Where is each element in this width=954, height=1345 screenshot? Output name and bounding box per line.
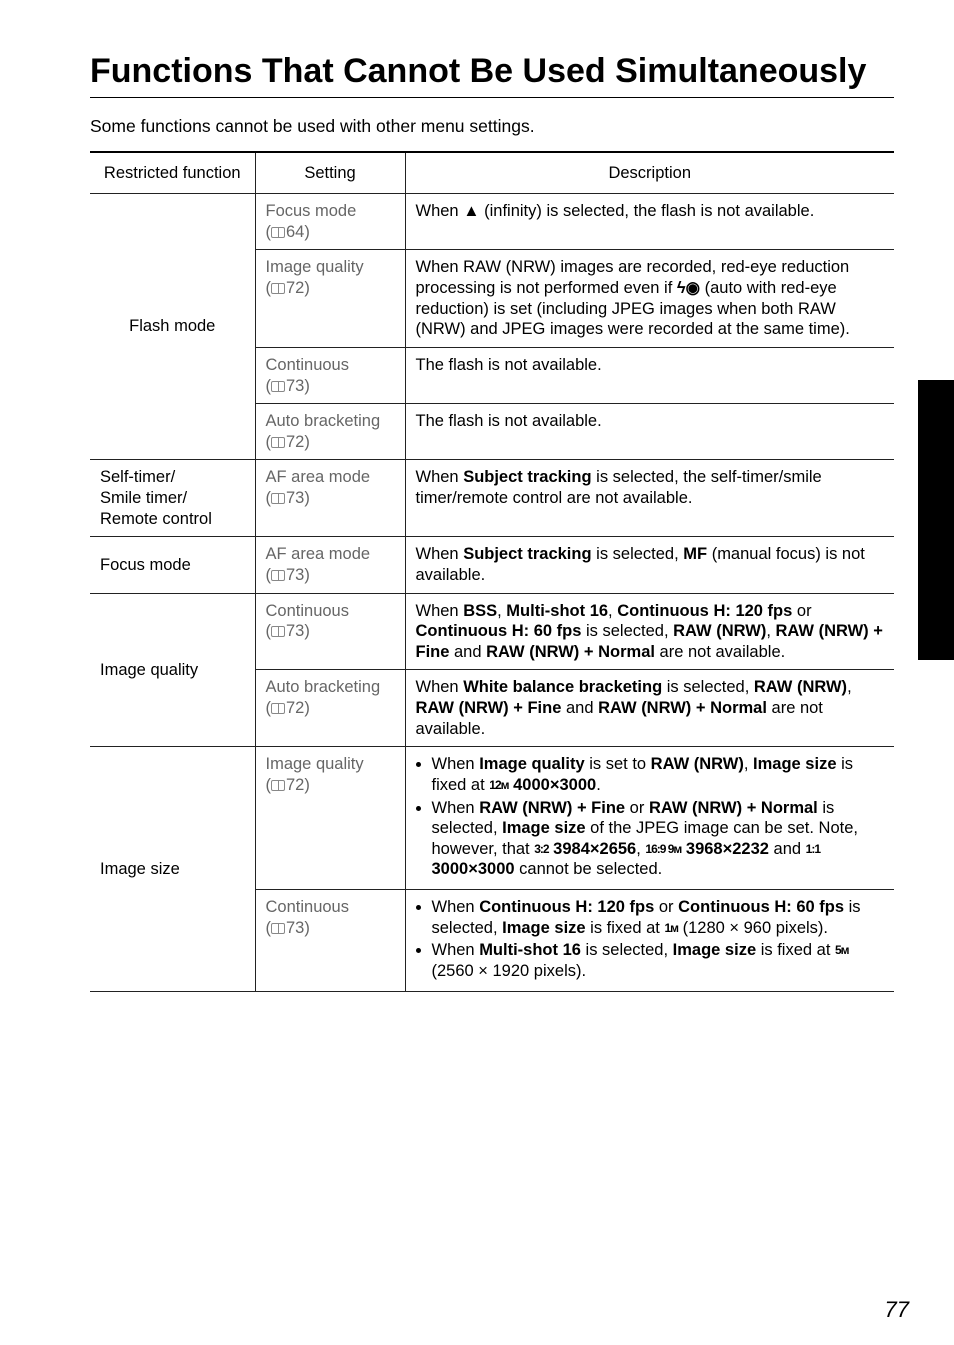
- book-icon: [271, 381, 285, 392]
- book-icon: [271, 703, 285, 714]
- description-cell: When Image quality is set to RAW (NRW), …: [405, 747, 894, 890]
- restricted-self-timer: Self-timer/Smile timer/Remote control: [90, 460, 255, 537]
- setting-cell: Continuous (73): [255, 347, 405, 403]
- setting-cell: Image quality (72): [255, 747, 405, 890]
- flash-redeye-icon: ϟ◉: [677, 279, 700, 297]
- table-row: Self-timer/Smile timer/Remote control AF…: [90, 460, 894, 537]
- description-cell: When ▲ (infinity) is selected, the flash…: [405, 194, 894, 250]
- description-cell: When White balance bracketing is selecte…: [405, 670, 894, 747]
- setting-cell: Auto bracketing (72): [255, 670, 405, 747]
- size-5m-icon: 5ᴍ: [835, 943, 849, 957]
- table-row: Flash mode Focus mode (64) When ▲ (infin…: [90, 194, 894, 250]
- table-row: Image size Image quality (72) When Image…: [90, 747, 894, 890]
- book-icon: [271, 780, 285, 791]
- setting-cell: Image quality (72): [255, 250, 405, 348]
- restricted-image-quality: Image quality: [90, 593, 255, 747]
- ratio-32-icon: 3:2: [534, 842, 548, 856]
- setting-cell: Auto bracketing (72): [255, 404, 405, 460]
- page-number: 77: [885, 1297, 909, 1323]
- book-icon: [271, 570, 285, 581]
- restrictions-table: Restricted function Setting Description …: [90, 151, 894, 992]
- intro-text: Some functions cannot be used with other…: [90, 116, 894, 137]
- section-label: Shooting Features: [928, 480, 946, 611]
- restricted-flash-mode: Flash mode: [90, 194, 255, 460]
- description-cell: The flash is not available.: [405, 347, 894, 403]
- size-1m-icon: 1ᴍ: [664, 921, 678, 935]
- size-12m-icon: 12ᴍ: [489, 778, 508, 792]
- ratio-11-icon: 1:1: [806, 842, 820, 856]
- col-restricted: Restricted function: [90, 152, 255, 194]
- col-setting: Setting: [255, 152, 405, 194]
- list-item: When Continuous H: 120 fps or Continuous…: [432, 897, 885, 938]
- setting-cell: Continuous (73): [255, 890, 405, 992]
- list-item: When Image quality is set to RAW (NRW), …: [432, 754, 885, 795]
- description-cell: When BSS, Multi-shot 16, Continuous H: 1…: [405, 593, 894, 670]
- book-icon: [271, 923, 285, 934]
- setting-cell: Focus mode (64): [255, 194, 405, 250]
- list-item: When RAW (NRW) + Fine or RAW (NRW) + Nor…: [432, 798, 885, 881]
- setting-cell: AF area mode (73): [255, 460, 405, 537]
- list-item: When Multi-shot 16 is selected, Image si…: [432, 940, 885, 981]
- mountain-icon: ▲: [463, 202, 479, 220]
- description-cell: When Subject tracking is selected, the s…: [405, 460, 894, 537]
- ratio-169-icon: 16:9 9ᴍ: [645, 842, 681, 856]
- mf-icon: MF: [683, 545, 707, 563]
- col-description: Description: [405, 152, 894, 194]
- table-row: Focus mode AF area mode (73) When Subjec…: [90, 537, 894, 593]
- book-icon: [271, 227, 285, 238]
- description-cell: When RAW (NRW) images are recorded, red-…: [405, 250, 894, 348]
- restricted-focus-mode: Focus mode: [90, 537, 255, 593]
- book-icon: [271, 493, 285, 504]
- setting-cell: AF area mode (73): [255, 537, 405, 593]
- page-title: Functions That Cannot Be Used Simultaneo…: [90, 50, 894, 98]
- description-cell: The flash is not available.: [405, 404, 894, 460]
- book-icon: [271, 283, 285, 294]
- table-row: Image quality Continuous (73) When BSS, …: [90, 593, 894, 670]
- description-cell: When Subject tracking is selected, MF (m…: [405, 537, 894, 593]
- description-cell: When Continuous H: 120 fps or Continuous…: [405, 890, 894, 992]
- book-icon: [271, 626, 285, 637]
- restricted-image-size: Image size: [90, 747, 255, 991]
- setting-cell: Continuous (73): [255, 593, 405, 670]
- book-icon: [271, 437, 285, 448]
